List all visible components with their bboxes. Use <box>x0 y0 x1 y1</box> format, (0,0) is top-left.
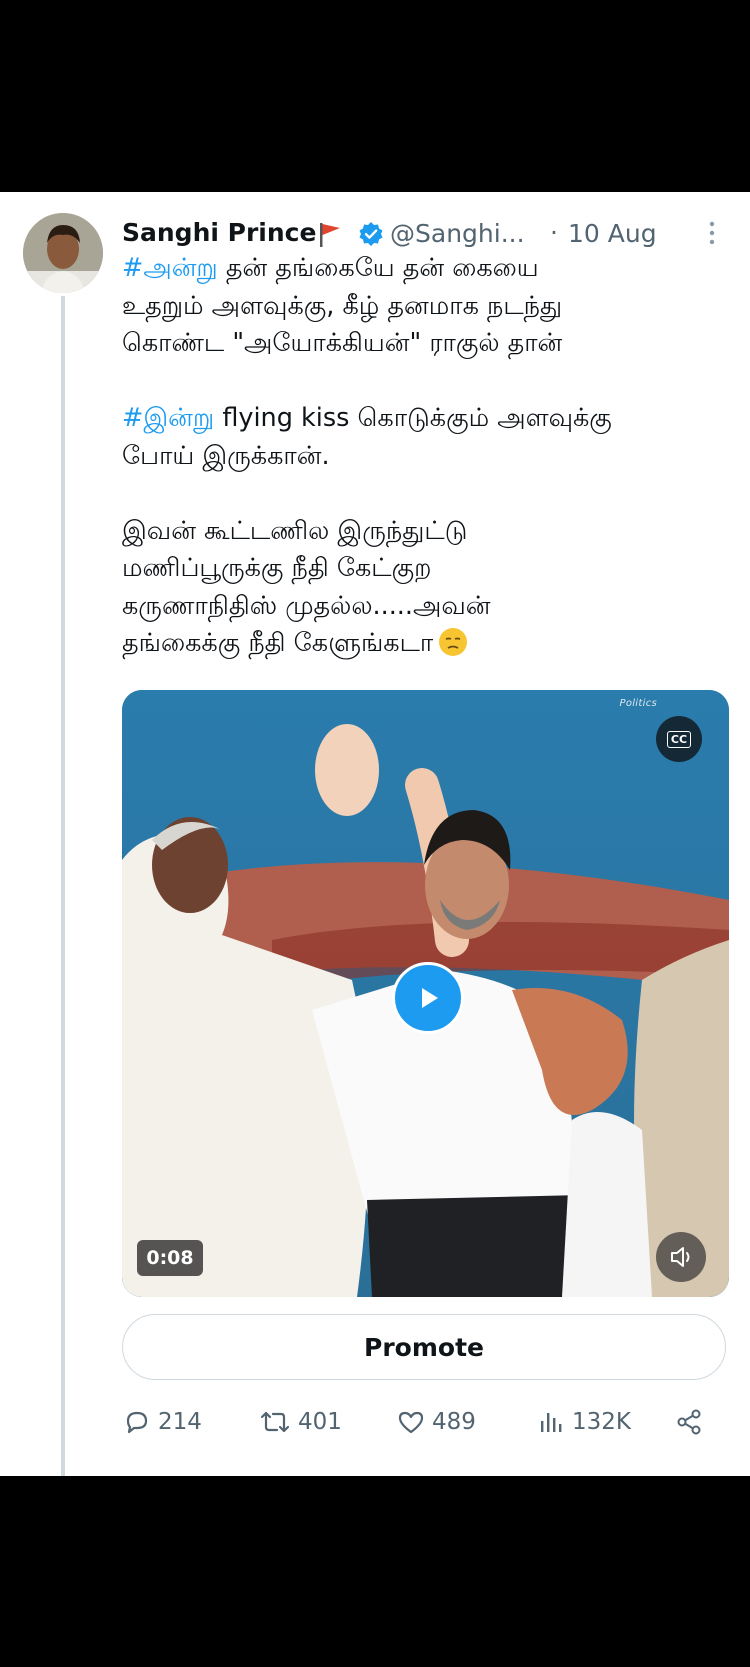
text-segment: கொண்ட "அயோக்கியன்" ராகுல் தான் <box>122 328 563 358</box>
play-button[interactable] <box>392 962 464 1034</box>
video-player[interactable]: Politics CC 0:08 <box>122 690 729 1297</box>
text-segment: உதறும் அளவுக்கு, கீழ் தனமாக நடந்து <box>122 290 563 321</box>
text-line-2: உதறும் அளவுக்கு, கீழ் தனமாக நடந்து <box>122 288 732 326</box>
black-bar-bottom <box>0 1476 750 1667</box>
text-line-5: போய் இருக்கான். <box>122 438 732 476</box>
video-source-tag: Politics <box>619 698 657 709</box>
tweet-actions: 214 401 489 132K <box>122 1402 722 1442</box>
text-line-4: #இன்று flying kiss கொடுக்கும் அளவுக்கு <box>122 400 732 438</box>
more-options-icon[interactable] <box>706 216 718 252</box>
text-line-7: மணிப்பூருக்கு நீதி கேட்குற <box>122 550 732 588</box>
cc-label: CC <box>666 730 692 748</box>
closed-captions-button[interactable]: CC <box>656 716 702 762</box>
views-action[interactable]: 132K <box>536 1402 631 1442</box>
share-icon <box>677 1409 701 1435</box>
views-chart-icon <box>541 1413 562 1432</box>
avatar[interactable] <box>23 213 103 293</box>
speaker-icon <box>671 1247 690 1267</box>
text-segment: போய் இருக்கான். <box>122 440 330 471</box>
text-line-1: #அன்று தன் தங்கையே தன் கையை <box>122 250 732 288</box>
handle[interactable]: @Sanghi... <box>390 219 525 248</box>
separator-dot: · <box>550 218 558 247</box>
like-count: 489 <box>432 1409 476 1435</box>
share-action[interactable] <box>674 1402 710 1442</box>
text-line-9: தங்கைக்கு நீதி கேளுங்கடா <box>122 625 732 663</box>
tweet-text: #அன்று தன் தங்கையே தன் கையை உதறும் அளவுக… <box>122 250 732 663</box>
text-segment: இவன் கூட்டணில இருந்துட்டு <box>122 515 468 546</box>
thread-line <box>61 296 65 1476</box>
text-line-3: கொண்ட "அயோக்கியன்" ராகுல் தான் <box>122 325 732 363</box>
reply-count: 214 <box>158 1409 202 1435</box>
promote-button[interactable]: Promote <box>122 1314 726 1380</box>
retweet-icon <box>260 1411 290 1433</box>
text-line-6: இவன் கூட்டணில இருந்துட்டு <box>122 513 732 551</box>
video-duration: 0:08 <box>137 1240 203 1276</box>
hashtag-link[interactable]: #அன்று <box>122 253 218 283</box>
text-segment: மணிப்பூருக்கு நீதி கேட்குற <box>122 553 432 583</box>
text-segment: கருணாநிதிஸ் முதல்ல.....அவன் <box>122 590 491 621</box>
heart-icon <box>398 1411 424 1434</box>
retweet-action[interactable]: 401 <box>258 1402 342 1442</box>
tweet-card[interactable]: Sanghi Prince @Sanghi... · 10 Aug #அன்று… <box>0 192 750 1476</box>
black-bar-top <box>0 0 750 192</box>
reply-action[interactable]: 214 <box>122 1402 202 1442</box>
views-count: 132K <box>572 1409 631 1435</box>
display-name[interactable]: Sanghi Prince <box>122 218 316 247</box>
play-icon <box>422 988 438 1008</box>
text-segment: தங்கைக்கு நீதி கேளுங்கடா <box>122 628 434 658</box>
retweet-count: 401 <box>298 1409 342 1435</box>
text-segment: தன் தங்கையே தன் கையை <box>217 253 539 283</box>
verified-badge-icon <box>359 222 383 246</box>
like-action[interactable]: 489 <box>396 1402 476 1442</box>
flag-icon <box>320 223 340 247</box>
text-line-8: கருணாநிதிஸ் முதல்ல.....அவன் <box>122 588 732 626</box>
mute-button[interactable] <box>656 1232 706 1282</box>
unamused-face-emoji <box>439 628 468 656</box>
tweet-date[interactable]: 10 Aug <box>568 219 657 248</box>
hashtag-link[interactable]: #இன்று <box>122 403 214 433</box>
reply-icon <box>126 1411 148 1434</box>
text-segment: flying kiss கொடுக்கும் அளவுக்கு <box>214 403 612 433</box>
